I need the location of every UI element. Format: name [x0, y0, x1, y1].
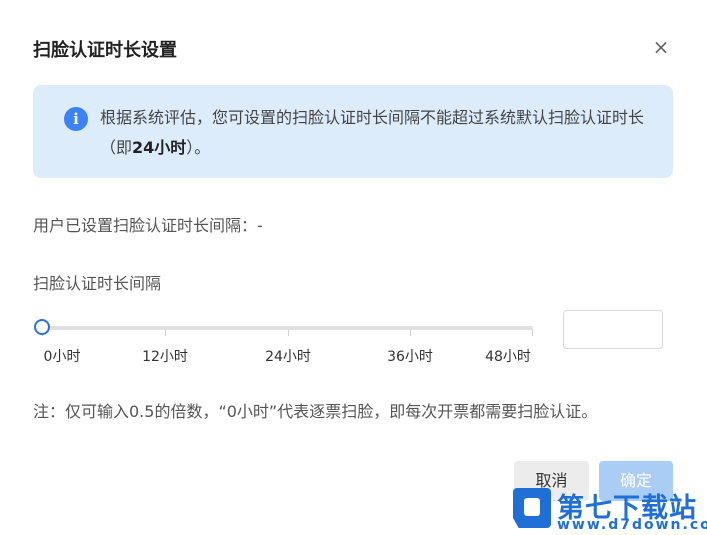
- note-text: 注：仅可输入0.5的倍数，“0小时”代表逐票扫脸，即每次开票都需要扫脸认证。: [33, 402, 598, 421]
- slider-tick: [288, 330, 289, 336]
- duration-slider[interactable]: 0小时 12小时 24小时 36小时 48小时: [33, 315, 543, 375]
- slider-tick: [532, 330, 533, 336]
- watermark-url: www.d7down.com: [557, 517, 707, 533]
- slider-tick: [410, 330, 411, 336]
- notice-text-after: ）。: [186, 138, 211, 157]
- slider-tick: [165, 330, 166, 336]
- slider-mark[interactable]: 24小时: [265, 346, 311, 366]
- slider-mark[interactable]: 36小时: [387, 346, 433, 366]
- current-setting: 用户已设置扫脸认证时长间隔：-: [33, 216, 263, 235]
- dialog-title: 扫脸认证时长设置: [33, 40, 177, 61]
- duration-input[interactable]: [563, 310, 663, 349]
- slider-label: 扫脸认证时长间隔: [33, 274, 162, 293]
- slider-mark[interactable]: 48小时: [485, 346, 531, 366]
- notice-text: 根据系统评估，您可设置的扫脸认证时长间隔不能超过系统默认扫脸认证时长（即24小时…: [100, 103, 656, 163]
- info-notice: i 根据系统评估，您可设置的扫脸认证时长间隔不能超过系统默认扫脸认证时长（即24…: [33, 85, 673, 178]
- slider-handle[interactable]: [34, 319, 50, 335]
- close-icon[interactable]: ×: [650, 36, 672, 58]
- info-icon: i: [64, 107, 88, 131]
- watermark-logo-icon: [513, 488, 551, 528]
- notice-text-bold: 24小时: [132, 138, 187, 157]
- slider-mark[interactable]: 0小时: [44, 346, 81, 366]
- slider-mark[interactable]: 12小时: [142, 346, 188, 366]
- watermark: 第七下载站 www.d7down.com: [513, 484, 707, 534]
